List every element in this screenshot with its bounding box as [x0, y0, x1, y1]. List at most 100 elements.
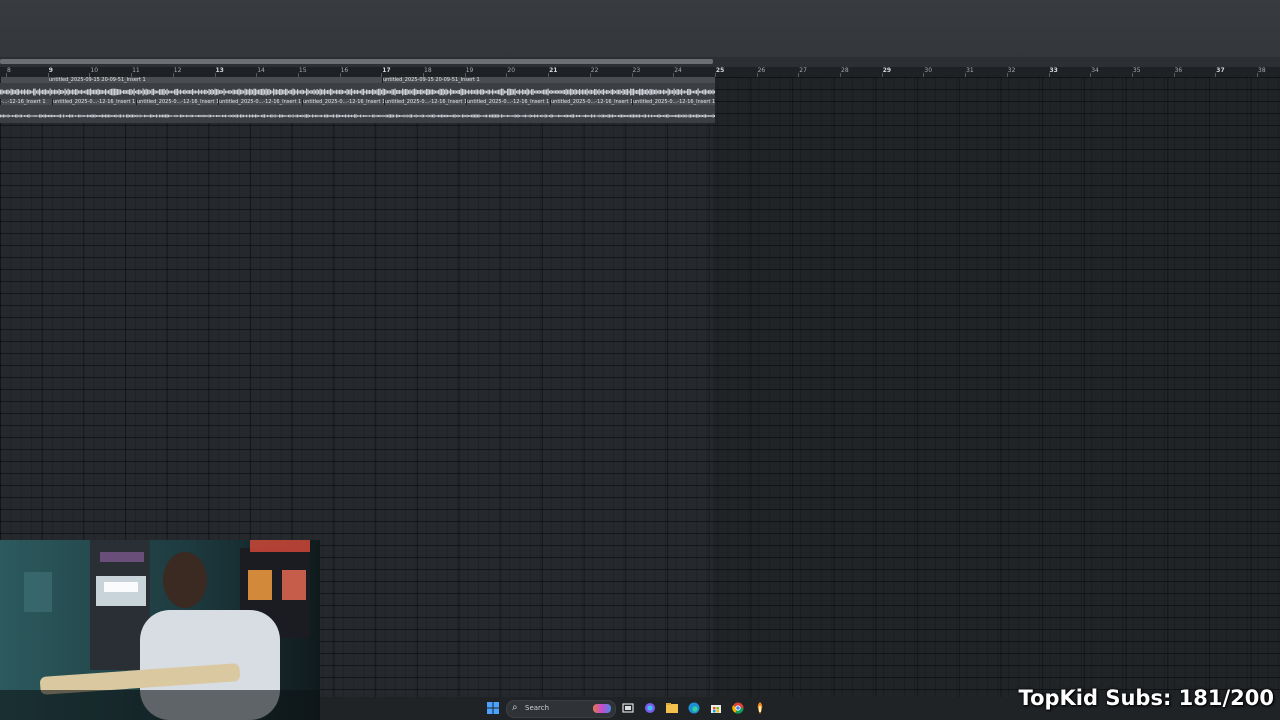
task-view-icon[interactable] — [621, 701, 635, 715]
waveform-sample — [588, 115, 590, 117]
ruler-bar-number: 8 — [7, 67, 11, 74]
waveform-sample — [528, 115, 530, 117]
waveform-sample — [682, 90, 684, 94]
waveform-sample — [427, 114, 429, 118]
waveform-sample — [138, 115, 140, 117]
waveform-sample — [60, 114, 62, 118]
windows-start-icon[interactable] — [486, 701, 500, 715]
waveform-sample — [108, 114, 110, 118]
waveform-sample — [217, 89, 219, 95]
waveform-sample — [484, 114, 486, 118]
waveform-sample — [502, 88, 504, 96]
waveform-sample — [543, 115, 545, 117]
waveform-sample — [342, 114, 344, 118]
waveform-sample — [111, 88, 113, 96]
waveform-sample — [16, 114, 18, 118]
waveform-sample — [622, 88, 624, 96]
playlist-track-1[interactable]: untitled_2025-09-15 20-09-51_Insert 1 un… — [0, 77, 715, 99]
fl-studio-icon[interactable] — [753, 701, 767, 715]
waveform-sample — [484, 90, 486, 94]
waveform-sample — [96, 89, 98, 95]
waveform-sample — [258, 115, 260, 117]
waveform-sample — [325, 90, 327, 94]
edge-icon[interactable] — [687, 701, 701, 715]
waveform-sample — [57, 90, 59, 94]
audio-clip-label: untitled_2025-0...-12-16_Insert 1 — [550, 99, 633, 105]
waveform-sample — [354, 114, 356, 118]
waveform-sample — [477, 114, 479, 118]
ruler-bar-number: 19 — [465, 67, 474, 74]
waveform-sample — [513, 115, 515, 117]
waveform-sample — [34, 88, 36, 96]
waveform-sample — [124, 89, 126, 95]
waveform-sample — [145, 88, 147, 96]
waveform-sample — [151, 88, 153, 96]
waveform-sample — [303, 115, 305, 117]
waveform-sample — [445, 88, 447, 96]
waveform-sample — [385, 89, 387, 95]
waveform-sample — [508, 88, 510, 96]
waveform-sample — [577, 90, 579, 94]
waveform-sample — [172, 90, 174, 94]
waveform-sample — [628, 114, 630, 118]
waveform-sample — [685, 90, 687, 94]
waveform-sample — [654, 89, 656, 95]
file-explorer-icon[interactable] — [665, 701, 679, 715]
scrollbar-thumb[interactable] — [0, 59, 713, 64]
waveform-sample — [595, 115, 597, 117]
waveform-sample — [69, 89, 71, 95]
waveform-sample — [457, 89, 459, 95]
waveform-sample — [495, 90, 497, 94]
waveform-sample — [54, 89, 56, 95]
waveform-sample — [328, 115, 330, 117]
waveform-sample — [295, 114, 297, 118]
waveform-sample — [688, 114, 690, 118]
waveform-sample — [498, 89, 500, 95]
waveform-sample — [439, 114, 441, 118]
waveform-sample — [37, 115, 39, 117]
waveform-sample — [238, 115, 240, 117]
waveform-sample — [487, 115, 489, 117]
waveform-sample — [168, 114, 170, 118]
waveform-sample — [529, 114, 531, 118]
waveform-sample — [597, 115, 599, 117]
waveform-sample — [235, 89, 237, 95]
waveform-sample — [523, 89, 525, 95]
waveform-sample — [462, 114, 464, 118]
waveform-sample — [405, 115, 407, 117]
ruler-bar-number: 13 — [215, 67, 224, 74]
waveform-sample — [525, 114, 527, 118]
waveform-sample — [613, 115, 615, 117]
waveform-sample — [703, 89, 705, 95]
waveform-sample — [475, 114, 477, 118]
chrome-icon[interactable] — [731, 701, 745, 715]
waveform-sample — [148, 115, 150, 117]
ruler-bar-number: 36 — [1174, 67, 1183, 74]
waveform-sample — [322, 115, 324, 117]
waveform-sample — [643, 89, 645, 95]
copilot-icon[interactable] — [643, 701, 657, 715]
waveform-sample — [568, 114, 570, 118]
waveform-sample — [466, 90, 468, 94]
waveform-sample — [328, 89, 330, 95]
subscriber-counter-overlay: TopKid Subs: 181/200 — [1018, 686, 1274, 710]
waveform-sample — [372, 114, 374, 118]
waveform-sample — [393, 89, 395, 95]
waveform-sample — [420, 89, 422, 95]
waveform-sample — [538, 90, 540, 94]
ruler-bar-number: 35 — [1132, 67, 1141, 74]
waveform-sample — [333, 114, 335, 118]
playlist-track-2[interactable]: -...-12-16_Insert 1 untitled_2025-0...-12… — [0, 99, 715, 123]
taskbar-search-box[interactable]: ⌕ Search — [506, 700, 616, 718]
waveform-sample — [376, 89, 378, 95]
waveform-sample — [204, 89, 206, 95]
waveform-sample — [73, 115, 75, 117]
waveform-sample — [132, 90, 134, 94]
waveform-sample — [220, 89, 222, 95]
waveform-sample — [171, 90, 173, 94]
audio-clip-label: untitled_2025-09-15 20-09-51_Insert 1 — [48, 77, 383, 83]
waveform-sample — [375, 115, 377, 117]
waveform-sample — [513, 89, 515, 95]
waveform-sample — [637, 114, 639, 118]
microsoft-store-icon[interactable] — [709, 701, 723, 715]
